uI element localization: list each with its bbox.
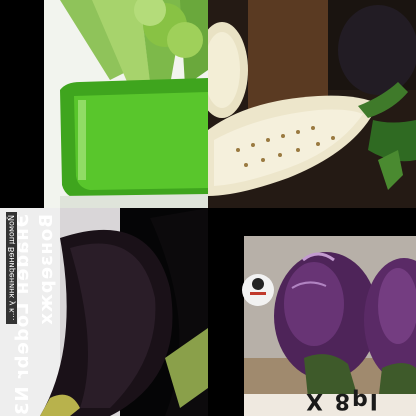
two-eggplants-photo: Iq8 X bbox=[208, 208, 416, 416]
vertical-text-line-1: Вонзержх bbox=[36, 214, 57, 326]
sliced-eggplant-photo bbox=[208, 0, 416, 208]
banner-text: Iq8 X bbox=[304, 388, 378, 413]
eggplant-closeup-photo: Вонзержх Энаdeн Lodebr N3 Йомощ Венирени… bbox=[0, 208, 208, 416]
vertical-small-caption: Йомощ Вениренинк у к... bbox=[6, 212, 17, 324]
celery-juice-photo bbox=[0, 0, 208, 208]
